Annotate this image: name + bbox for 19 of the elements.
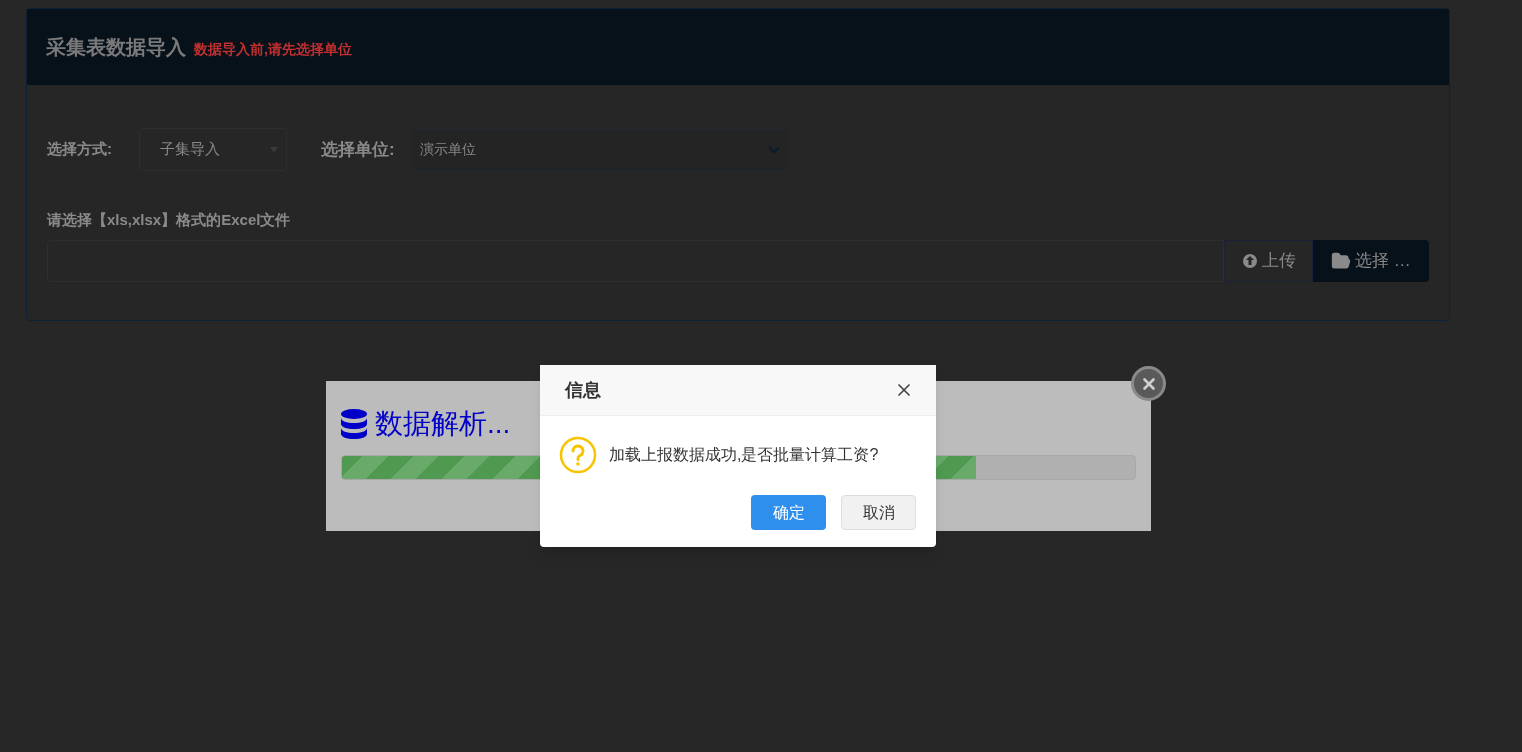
mode-label: 选择方式: <box>47 139 113 160</box>
upload-icon <box>1241 252 1258 269</box>
browse-button[interactable]: 选择 … <box>1313 239 1429 282</box>
database-icon <box>341 409 367 439</box>
notice-text: 数据导入前,请先选择单位 <box>194 39 352 59</box>
close-button[interactable] <box>1131 366 1166 401</box>
dialog-title: 信息 <box>565 378 601 402</box>
question-icon <box>559 436 597 474</box>
unit-select[interactable]: 演示单位 <box>413 129 788 170</box>
mode-select[interactable]: 子集导入 <box>139 128 287 171</box>
panel-title: 采集表数据导入 <box>46 35 186 60</box>
unit-label: 选择单位: <box>321 138 396 161</box>
cancel-button[interactable]: 取消 <box>841 495 916 530</box>
upload-button[interactable]: 上传 <box>1224 239 1313 282</box>
folder-icon <box>1331 250 1352 271</box>
confirm-button[interactable]: 确定 <box>751 495 826 530</box>
progress-title: 数据解析... <box>375 407 511 441</box>
dialog-message: 加载上报数据成功,是否批量计算工资? <box>609 445 879 465</box>
file-label: 请选择【xls,xlsx】格式的Excel文件 <box>47 210 292 230</box>
